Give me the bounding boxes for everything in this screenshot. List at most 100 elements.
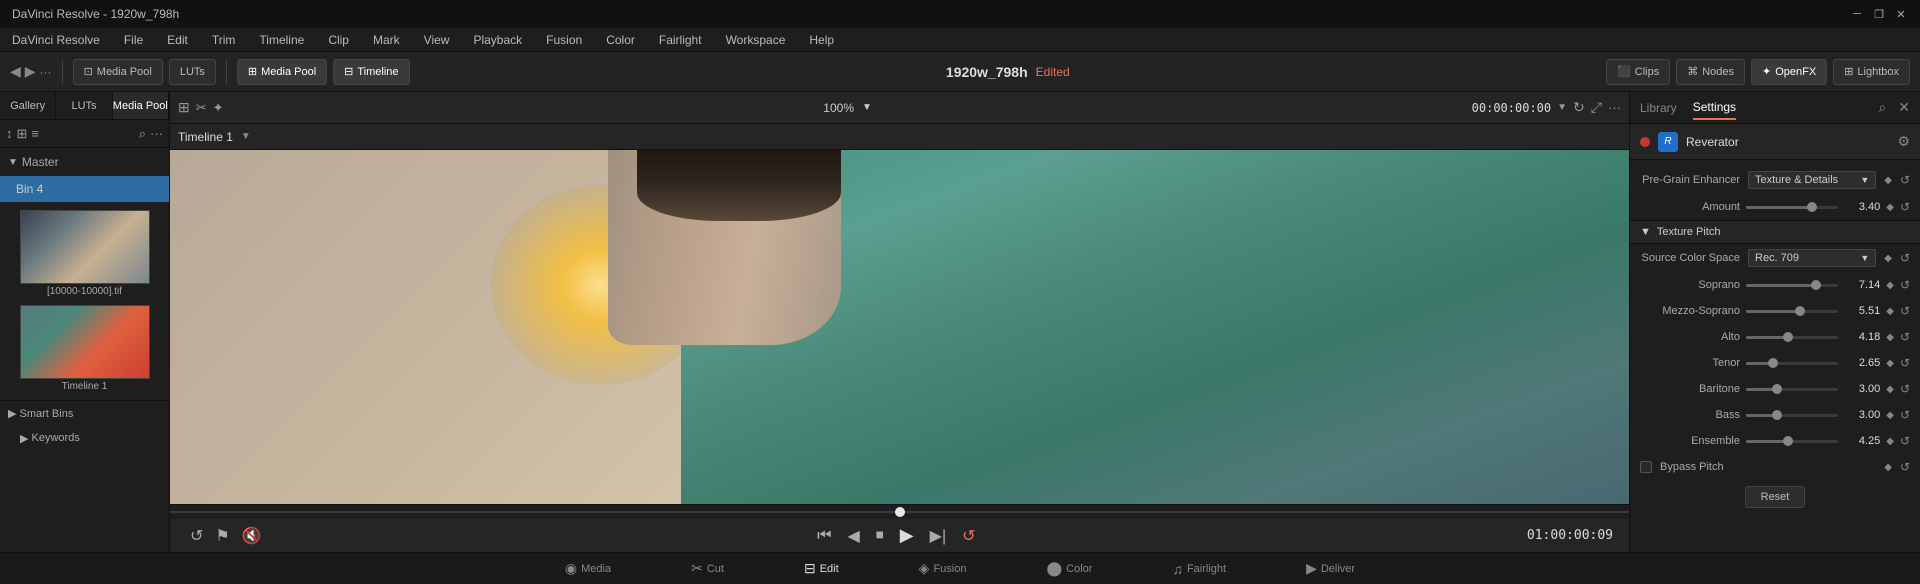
menu-item-edit[interactable]: Edit xyxy=(163,33,192,47)
settings-tab[interactable]: Settings xyxy=(1693,96,1736,120)
pre-grain-dropdown[interactable]: Texture & Details ▼ xyxy=(1748,171,1876,189)
menu-item-trim[interactable]: Trim xyxy=(208,33,240,47)
step-back-btn[interactable]: ◀ xyxy=(843,526,863,546)
nav-edit[interactable]: ⊟ Edit xyxy=(794,556,849,581)
luts-tab[interactable]: LUTs xyxy=(56,92,112,119)
baritone-slider[interactable] xyxy=(1746,388,1838,391)
play-btn[interactable]: ▶ xyxy=(896,525,918,546)
more-preview-icon[interactable]: ··· xyxy=(1608,100,1621,115)
goto-start-btn[interactable]: ⏮ xyxy=(813,527,835,545)
fx-settings-icon[interactable]: ⚙ xyxy=(1897,133,1910,150)
mezzo-reset[interactable]: ↺ xyxy=(1900,304,1910,318)
amount-keyframe[interactable]: ◆ xyxy=(1886,202,1894,213)
close-btn[interactable]: ✕ xyxy=(1894,7,1908,21)
nav-color[interactable]: ⬤ Color xyxy=(1036,556,1102,581)
color-space-reset[interactable]: ↺ xyxy=(1900,251,1910,265)
menu-more-btn[interactable]: ··· xyxy=(40,65,52,79)
gallery-tab[interactable]: Gallery xyxy=(0,92,56,119)
bass-keyframe[interactable]: ◆ xyxy=(1886,410,1894,421)
list-item[interactable]: [10000-10000].tif xyxy=(8,210,161,297)
lightbox-btn[interactable]: ⊞ Lightbox xyxy=(1833,59,1910,85)
nav-deliver[interactable]: ▶ Deliver xyxy=(1296,556,1365,581)
timecode-chevron[interactable]: ▼ xyxy=(1557,102,1567,113)
mezzo-soprano-slider[interactable] xyxy=(1746,310,1838,313)
menu-item-timeline[interactable]: Timeline xyxy=(255,33,308,47)
crop-icon[interactable]: ✂ xyxy=(196,100,207,116)
amount-slider[interactable] xyxy=(1746,206,1838,209)
search-fx-icon[interactable]: ⌕ xyxy=(1878,99,1886,116)
mezzo-thumb[interactable] xyxy=(1795,306,1805,316)
maximize-btn[interactable]: ❐ xyxy=(1872,7,1886,21)
menu-item-help[interactable]: Help xyxy=(805,33,838,47)
bypass-pitch-checkbox[interactable] xyxy=(1640,461,1652,473)
media-pool-btn[interactable]: ⊡ Media Pool xyxy=(73,59,163,85)
tenor-reset[interactable]: ↺ xyxy=(1900,356,1910,370)
menu-item-davinci[interactable]: DaVinci Resolve xyxy=(8,33,104,47)
bin-4-item[interactable]: Bin 4 xyxy=(0,176,169,202)
scrubber-handle[interactable] xyxy=(895,507,905,517)
bass-thumb[interactable] xyxy=(1772,410,1782,420)
back-btn[interactable]: ◀ xyxy=(10,63,21,80)
alto-reset[interactable]: ↺ xyxy=(1900,330,1910,344)
timeline-name-chevron[interactable]: ▼ xyxy=(241,131,251,142)
forward-btn[interactable]: ▶ xyxy=(25,63,36,80)
ensemble-keyframe[interactable]: ◆ xyxy=(1886,436,1894,447)
goto-end-btn[interactable]: ↺ xyxy=(958,526,979,546)
more-icon[interactable]: ··· xyxy=(150,126,163,141)
nav-fairlight[interactable]: ♫ Fairlight xyxy=(1162,557,1236,581)
library-tab[interactable]: Library xyxy=(1640,97,1677,119)
tenor-slider[interactable] xyxy=(1746,362,1838,365)
nav-media[interactable]: ◉ Media xyxy=(555,556,621,581)
list-view-icon[interactable]: ≡ xyxy=(31,126,39,141)
openfx-btn[interactable]: ✦ OpenFX xyxy=(1751,59,1827,85)
baritone-reset[interactable]: ↺ xyxy=(1900,382,1910,396)
fit-icon[interactable]: ⤢ xyxy=(1591,99,1602,116)
soprano-reset[interactable]: ↺ xyxy=(1900,278,1910,292)
bass-reset[interactable]: ↺ xyxy=(1900,408,1910,422)
zoom-chevron[interactable]: ▼ xyxy=(862,102,872,113)
soprano-keyframe[interactable]: ◆ xyxy=(1886,280,1894,291)
soprano-slider[interactable] xyxy=(1746,284,1838,287)
minimize-btn[interactable]: ─ xyxy=(1850,7,1864,21)
close-fx-icon[interactable]: ✕ xyxy=(1898,99,1910,116)
list-item[interactable]: Timeline 1 xyxy=(8,305,161,392)
stop-btn[interactable]: ⏹ xyxy=(872,527,888,545)
pre-grain-keyframe[interactable]: ◆ xyxy=(1884,175,1892,186)
mezzo-keyframe[interactable]: ◆ xyxy=(1886,306,1894,317)
star-icon[interactable]: ✦ xyxy=(213,100,224,116)
nav-cut[interactable]: ✂ Cut xyxy=(681,556,734,581)
menu-item-color[interactable]: Color xyxy=(602,33,639,47)
menu-item-clip[interactable]: Clip xyxy=(324,33,353,47)
mute-icon[interactable]: 🔇 xyxy=(238,526,266,546)
ensemble-reset[interactable]: ↺ xyxy=(1900,434,1910,448)
amount-slider-thumb[interactable] xyxy=(1807,202,1817,212)
amount-reset[interactable]: ↺ xyxy=(1900,200,1910,214)
scrubber-area[interactable] xyxy=(170,505,1629,519)
luts-btn[interactable]: LUTs xyxy=(169,59,216,85)
alto-slider[interactable] xyxy=(1746,336,1838,339)
bass-slider[interactable] xyxy=(1746,414,1838,417)
pre-grain-reset[interactable]: ↺ xyxy=(1900,173,1910,187)
master-bin-header[interactable]: ▼ Master xyxy=(0,148,169,176)
tenor-keyframe[interactable]: ◆ xyxy=(1886,358,1894,369)
menu-item-view[interactable]: View xyxy=(420,33,454,47)
media-pool-tab[interactable]: Media Pool xyxy=(113,92,169,119)
clips-btn[interactable]: ⬛ Clips xyxy=(1606,59,1670,85)
bypass-keyframe[interactable]: ◆ xyxy=(1884,462,1892,473)
nodes-btn[interactable]: ⌘ Nodes xyxy=(1676,59,1745,85)
menu-item-playback[interactable]: Playback xyxy=(469,33,526,47)
baritone-keyframe[interactable]: ◆ xyxy=(1886,384,1894,395)
fx-power-dot[interactable] xyxy=(1640,137,1650,147)
menu-item-fairlight[interactable]: Fairlight xyxy=(655,33,706,47)
menu-item-file[interactable]: File xyxy=(120,33,147,47)
source-color-space-dropdown[interactable]: Rec. 709 ▼ xyxy=(1748,249,1876,267)
bypass-reset[interactable]: ↺ xyxy=(1900,460,1910,474)
baritone-thumb[interactable] xyxy=(1772,384,1782,394)
nav-fusion[interactable]: ◈ Fusion xyxy=(909,556,977,581)
ensemble-thumb[interactable] xyxy=(1783,436,1793,446)
transform-icon[interactable]: ⊞ xyxy=(178,99,190,116)
smart-bins-header[interactable]: ▶ Smart Bins xyxy=(0,400,169,426)
timeline-view-btn[interactable]: ⊟ Timeline xyxy=(333,59,409,85)
zoom-level[interactable]: 100% xyxy=(823,101,854,115)
flag-icon[interactable]: ⚑ xyxy=(211,526,233,546)
